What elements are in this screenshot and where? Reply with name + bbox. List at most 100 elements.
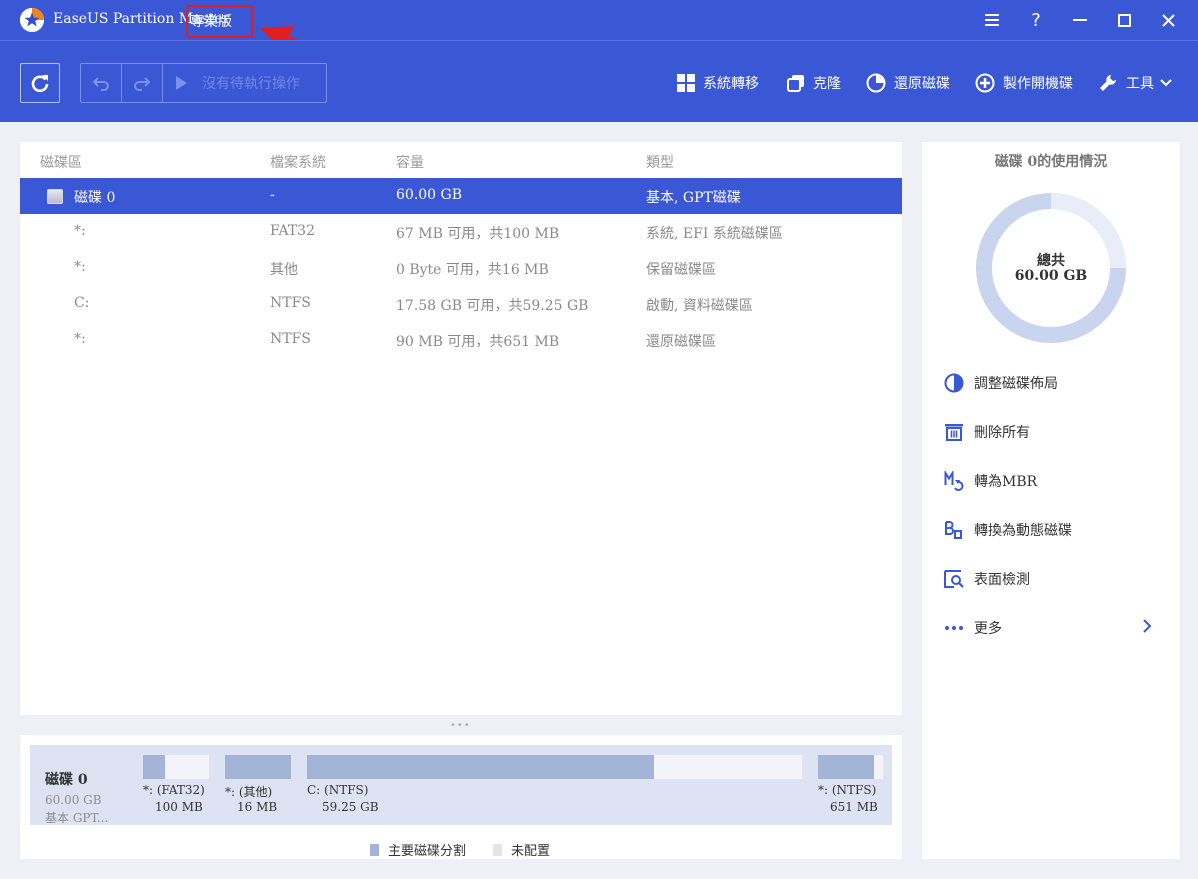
refresh-button[interactable]	[20, 63, 60, 103]
partition-label: C: (NTFS)	[307, 783, 369, 797]
clone-button[interactable]: 克隆	[787, 72, 841, 94]
maximize-icon	[1117, 13, 1131, 27]
legend-label: 主要磁碟分割	[388, 844, 467, 859]
boot-disk-icon	[975, 73, 995, 93]
hamburger-icon	[985, 14, 999, 26]
usage-total-value: 60.00 GB	[1014, 268, 1088, 284]
convert-to-dynamic-label: 轉換為動態磁碟	[974, 523, 1072, 539]
delete-all-button[interactable]: 刪除所有	[944, 421, 1030, 443]
partition-label: *: (NTFS)	[818, 783, 877, 797]
column-header-filesystem: 檔案系統	[270, 155, 326, 171]
row-type: 啟動, 資料磁碟區	[646, 298, 753, 314]
redo-icon	[134, 77, 151, 91]
chevron-down-icon	[1160, 79, 1172, 87]
partition-bar[interactable]	[307, 755, 802, 779]
table-row[interactable]: *: FAT32 67 MB 可用，共100 MB 系統, EFI 系統磁碟區	[20, 214, 902, 250]
usage-title: 磁碟 0的使用情況	[994, 154, 1108, 170]
table-row[interactable]: C: NTFS 17.58 GB 可用，共59.25 GB 啟動, 資料磁碟區	[20, 286, 902, 322]
surface-test-icon	[944, 570, 964, 588]
play-icon	[175, 76, 187, 90]
row-name: *:	[74, 259, 86, 275]
partition-bar[interactable]	[818, 755, 883, 779]
disk-row[interactable]: 磁碟 0 - 60.00 GB 基本, GPT磁碟	[20, 178, 902, 214]
disk-row-capacity: 60.00 GB	[396, 187, 463, 203]
disk-row-filesystem: -	[270, 187, 275, 203]
partition-used-fill	[225, 755, 291, 779]
execute-button[interactable]	[163, 64, 198, 102]
convert-mbr-icon	[944, 471, 964, 491]
resize-layout-label: 調整磁碟佈局	[974, 376, 1058, 392]
restore-disk-button[interactable]: 還原磁碟	[866, 72, 950, 94]
disk-map-size: 60.00 GB	[45, 793, 102, 807]
partition-bar[interactable]	[225, 755, 291, 779]
pending-operations-label: 沒有待執行操作	[202, 76, 300, 92]
wrench-icon	[1100, 75, 1116, 91]
row-capacity: 17.58 GB 可用，共59.25 GB	[396, 298, 589, 314]
panel-splitter-handle[interactable]: •••	[450, 720, 471, 731]
chevron-right-icon[interactable]	[1142, 618, 1152, 638]
pie-chart-icon	[944, 373, 964, 393]
column-header-capacity: 容量	[396, 155, 424, 171]
tools-menu-button[interactable]: 工具	[1098, 72, 1172, 94]
partition-label: *: (其他)	[225, 785, 273, 799]
partition-used-fill	[143, 755, 165, 779]
row-filesystem: 其他	[270, 262, 298, 278]
restore-disk-icon	[866, 73, 886, 93]
convert-dynamic-icon	[945, 521, 962, 539]
partition-label: *: (FAT32)	[143, 783, 205, 797]
partition-size: 651 MB	[830, 800, 878, 814]
convert-to-mbr-button[interactable]: 轉為MBR	[944, 470, 1037, 492]
partition-used-fill	[307, 755, 654, 779]
row-name: C:	[74, 295, 90, 311]
help-icon: ?	[1031, 9, 1041, 31]
usage-total-label: 總共	[1037, 253, 1065, 269]
column-header-volume: 磁碟區	[40, 155, 82, 171]
row-capacity: 90 MB 可用，共651 MB	[396, 334, 560, 350]
more-icon	[945, 626, 963, 630]
boot-disk-button[interactable]: 製作開機碟	[975, 72, 1073, 94]
surface-test-button[interactable]: 表面檢測	[944, 568, 1030, 590]
resize-layout-button[interactable]: 調整磁碟佈局	[944, 372, 1058, 394]
close-icon	[1161, 13, 1175, 27]
partition-table: 磁碟區 檔案系統 容量 類型 磁碟 0 - 60.00 GB 基本, GPT磁碟…	[20, 142, 902, 715]
refresh-icon	[31, 75, 49, 93]
clone-icon	[787, 75, 804, 92]
surface-test-label: 表面檢測	[974, 572, 1030, 588]
column-header-type: 類型	[646, 155, 674, 171]
legend-swatch	[370, 843, 379, 856]
disk-row-type: 基本, GPT磁碟	[646, 190, 741, 206]
convert-to-mbr-label: 轉為MBR	[974, 474, 1038, 490]
row-capacity: 0 Byte 可用，共16 MB	[396, 262, 549, 278]
legend-primary: 主要磁碟分割	[370, 840, 466, 859]
help-button[interactable]: ?	[1024, 8, 1048, 32]
close-button[interactable]	[1156, 8, 1180, 32]
disk-icon	[47, 189, 63, 204]
boot-disk-label: 製作開機碟	[1003, 76, 1073, 92]
annotation-highlight-box	[186, 5, 253, 38]
more-actions-label: 更多	[974, 621, 1002, 637]
row-name: *:	[74, 223, 86, 239]
row-name: *:	[74, 331, 86, 347]
migrate-os-button[interactable]: 系統轉移	[677, 72, 759, 94]
minimize-button[interactable]	[1068, 8, 1092, 32]
row-type: 系統, EFI 系統磁碟區	[646, 226, 783, 242]
row-type: 還原磁碟區	[646, 334, 716, 350]
tools-label: 工具	[1126, 76, 1154, 92]
windows-icon	[677, 74, 695, 92]
maximize-button[interactable]	[1112, 8, 1136, 32]
table-row[interactable]: *: NTFS 90 MB 可用，共651 MB 還原磁碟區	[20, 322, 902, 358]
row-capacity: 67 MB 可用，共100 MB	[396, 226, 560, 242]
minimize-icon	[1073, 19, 1087, 21]
legend-unallocated: 未配置	[493, 840, 550, 859]
redo-button[interactable]	[122, 64, 163, 102]
menu-button[interactable]	[980, 8, 1004, 32]
table-row[interactable]: *: 其他 0 Byte 可用，共16 MB 保留磁碟區	[20, 250, 902, 286]
convert-to-dynamic-button[interactable]: 轉換為動態磁碟	[944, 519, 1072, 541]
undo-button[interactable]	[81, 64, 122, 102]
more-actions-button[interactable]: 更多	[944, 617, 1002, 639]
partition-size: 100 MB	[155, 800, 203, 814]
row-filesystem: NTFS	[270, 295, 311, 311]
disk-map-strip[interactable]: 磁碟 0 60.00 GB 基本 GPT... *: (FAT32) 100 M…	[30, 745, 892, 825]
legend-label: 未配置	[511, 844, 551, 859]
partition-bar[interactable]	[143, 755, 209, 779]
